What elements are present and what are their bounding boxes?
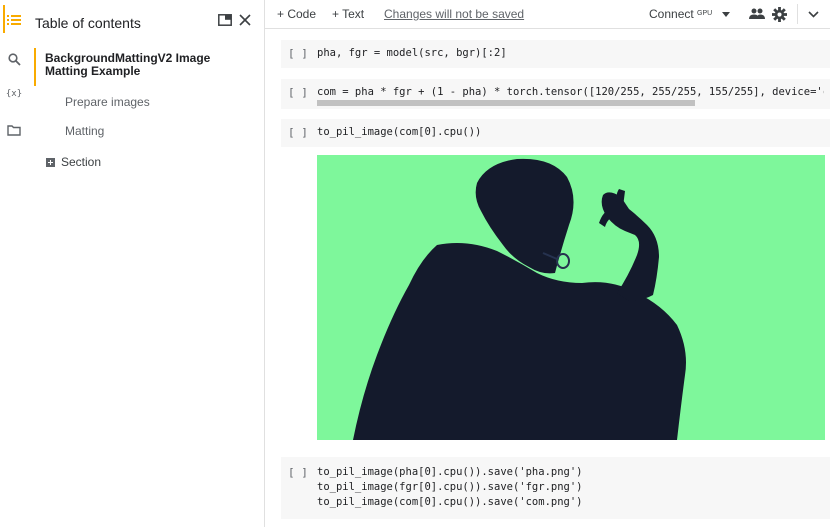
- toolbar-divider: [797, 4, 798, 24]
- toc-item-matting[interactable]: Matting: [65, 124, 104, 138]
- code-text: com = pha * fgr + (1 - pha) * torch.tens…: [317, 86, 824, 98]
- run-cell-button[interactable]: [ ]: [288, 47, 308, 60]
- chevron-down-icon[interactable]: [718, 6, 734, 22]
- add-code-button[interactable]: + Code: [277, 7, 316, 21]
- code-line[interactable]: com = pha * fgr + (1 - pha) * torch.tens…: [317, 86, 824, 98]
- gear-icon[interactable]: [771, 6, 787, 22]
- code-line[interactable]: to_pil_image(com[0].cpu()): [317, 126, 481, 138]
- toc-header: Table of contents: [28, 0, 264, 44]
- run-cell-button[interactable]: [ ]: [288, 126, 308, 139]
- toc-title: Table of contents: [35, 15, 141, 31]
- code-line[interactable]: to_pil_image(pha[0].cpu()).save('pha.png…: [317, 466, 583, 478]
- code-line[interactable]: to_pil_image(fgr[0].cpu()).save('fgr.png…: [317, 481, 583, 493]
- unsaved-changes-link[interactable]: Changes will not be saved: [384, 7, 524, 21]
- code-cell-3[interactable]: [ ] to_pil_image(com[0].cpu()): [281, 119, 830, 147]
- notebook-toolbar: + Code + Text Changes will not be saved …: [265, 0, 830, 29]
- side-rail: {x}: [0, 0, 28, 527]
- toc-item-prepare-images[interactable]: Prepare images: [65, 95, 150, 109]
- table-of-contents-panel: Table of contents BackgroundMattingV2 Im…: [28, 0, 265, 527]
- add-text-button[interactable]: + Text: [332, 7, 364, 21]
- toc-heading-label: BackgroundMattingV2 Image Matting Exampl…: [45, 51, 211, 78]
- code-cell-2[interactable]: [ ] com = pha * fgr + (1 - pha) * torch.…: [281, 79, 830, 109]
- connect-button[interactable]: Connect: [649, 7, 694, 21]
- gpu-label: GPU: [697, 10, 713, 17]
- code-cell-1[interactable]: [ ] pha, fgr = model(src, bgr)[:2]: [281, 40, 830, 68]
- add-section-button[interactable]: Section: [46, 155, 101, 169]
- output-image: [317, 155, 825, 440]
- run-cell-button[interactable]: [ ]: [288, 86, 308, 99]
- search-icon[interactable]: [0, 45, 28, 73]
- section-label: Section: [61, 155, 102, 169]
- close-icon[interactable]: [236, 11, 254, 29]
- run-cell-button[interactable]: [ ]: [288, 466, 308, 479]
- notebook-area: [ ] pha, fgr = model(src, bgr)[:2] [ ] c…: [265, 29, 830, 527]
- code-line[interactable]: pha, fgr = model(src, bgr)[:2]: [317, 47, 507, 59]
- toc-icon[interactable]: [0, 6, 28, 34]
- toc-item-heading[interactable]: BackgroundMattingV2 Image Matting Exampl…: [34, 48, 250, 86]
- person-silhouette: [353, 158, 686, 440]
- code-cell-4[interactable]: [ ] to_pil_image(pha[0].cpu()).save('pha…: [281, 457, 830, 519]
- share-people-icon[interactable]: [749, 6, 765, 22]
- variables-icon[interactable]: {x}: [0, 80, 28, 108]
- plus-box-icon: [46, 157, 55, 167]
- files-icon[interactable]: [0, 116, 28, 144]
- code-line[interactable]: to_pil_image(com[0].cpu()).save('com.png…: [317, 496, 583, 508]
- open-in-tab-icon[interactable]: [216, 11, 234, 29]
- horizontal-scrollbar[interactable]: [317, 100, 695, 106]
- collapse-chevron-icon[interactable]: [805, 6, 821, 22]
